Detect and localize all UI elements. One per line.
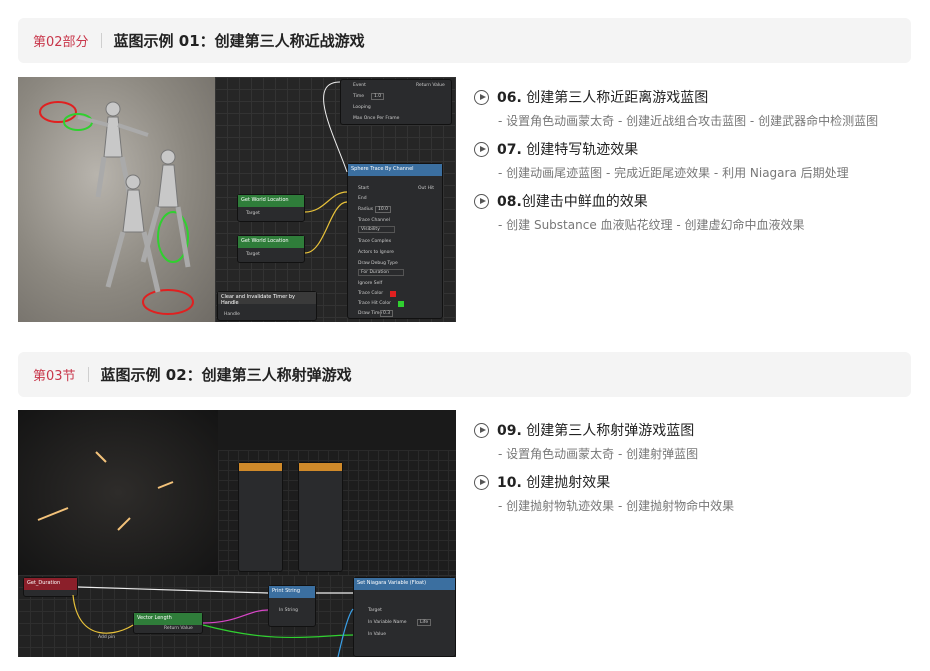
lesson-subtitle: - 创建动画尾迹蓝图 - 完成近距尾迹效果 - 利用 Niagara 后期处理 [498,166,849,180]
lesson-title[interactable]: 07. 创建特写轨迹效果 [497,139,638,159]
lesson-title[interactable]: 08.创建击中鲜血的效果 [497,191,648,211]
lesson-title[interactable]: 09. 创建第三人称射弹游戏蓝图 [497,420,694,440]
lesson-item-07[interactable]: 07. 创建特写轨迹效果 - 创建动画尾迹蓝图 - 完成近距尾迹效果 - 利用 … [474,137,914,181]
stack-header [239,463,282,471]
section-divider [87,367,89,382]
play-circle-icon[interactable] [474,141,489,157]
section-divider [100,33,102,48]
lesson-subtitle: - 设置角色动画蒙太奇 - 创建射弹蓝图 [498,447,699,461]
niagara-stack-1 [238,462,283,572]
lesson-subtitle: - 设置角色动画蒙太奇 - 创建近战组合攻击蓝图 - 创建武器命中检测蓝图 [498,114,879,128]
lesson-item-10[interactable]: 10. 创建抛射效果 - 创建抛射物轨迹效果 - 创建抛射物命中效果 [474,470,914,514]
projectile-trails-illustration [37,451,174,531]
play-circle-icon[interactable] [474,474,489,490]
section-header-03: 第03节 蓝图示例 02：创建第三人称射弹游戏 [18,352,911,397]
wire-lines [304,81,348,254]
niagara-stack-2 [298,462,343,572]
section-title: 蓝图示例 02：创建第三人称射弹游戏 [100,366,352,384]
lesson-title[interactable]: 10. 创建抛射效果 [497,472,610,492]
lesson-item-08[interactable]: 08.创建击中鲜血的效果 - 创建 Substance 血液贴花纹理 - 创建虚… [474,189,914,233]
stack-header [299,463,342,471]
characters-illustration [39,101,194,315]
niagara-panel [218,450,456,580]
blueprint-graph: Event Return Value Time 1.0 Looping Max … [215,77,456,322]
section-tag: 第02部分 [33,35,89,50]
section-tag: 第03节 [33,369,76,384]
section-header-02: 第02部分 蓝图示例 01：创建第三人称近战游戏 [18,18,911,63]
lesson-title[interactable]: 06. 创建第三人称近距离游戏蓝图 [497,87,708,107]
play-circle-icon[interactable] [474,422,489,438]
section-03-items: 09. 创建第三人称射弹游戏蓝图 - 设置角色动画蒙太奇 - 创建射弹蓝图 10… [474,418,914,522]
lesson-item-06[interactable]: 06. 创建第三人称近距离游戏蓝图 - 设置角色动画蒙太奇 - 创建近战组合攻击… [474,85,914,129]
lesson-item-09[interactable]: 09. 创建第三人称射弹游戏蓝图 - 设置角色动画蒙太奇 - 创建射弹蓝图 [474,418,914,462]
lesson-subtitle: - 创建抛射物轨迹效果 - 创建抛射物命中效果 [498,499,735,513]
projectile-blueprint-screenshot: Get_Duration Vector Length Return Value … [18,410,456,657]
section-02-items: 06. 创建第三人称近距离游戏蓝图 - 设置角色动画蒙太奇 - 创建近战组合攻击… [474,85,914,241]
projectile-viewport [18,410,218,575]
play-circle-icon[interactable] [474,193,489,209]
melee-blueprint-screenshot: Event Return Value Time 1.0 Looping Max … [18,77,456,322]
lesson-subtitle: - 创建 Substance 血液贴花纹理 - 创建虚幻命中血液效果 [498,218,805,232]
projectile-graph: Get_Duration Vector Length Return Value … [18,575,456,657]
section-title: 蓝图示例 01：创建第三人称近战游戏 [113,32,365,50]
play-circle-icon[interactable] [474,89,489,105]
game-viewport [18,77,215,322]
wire-lines [72,586,354,657]
